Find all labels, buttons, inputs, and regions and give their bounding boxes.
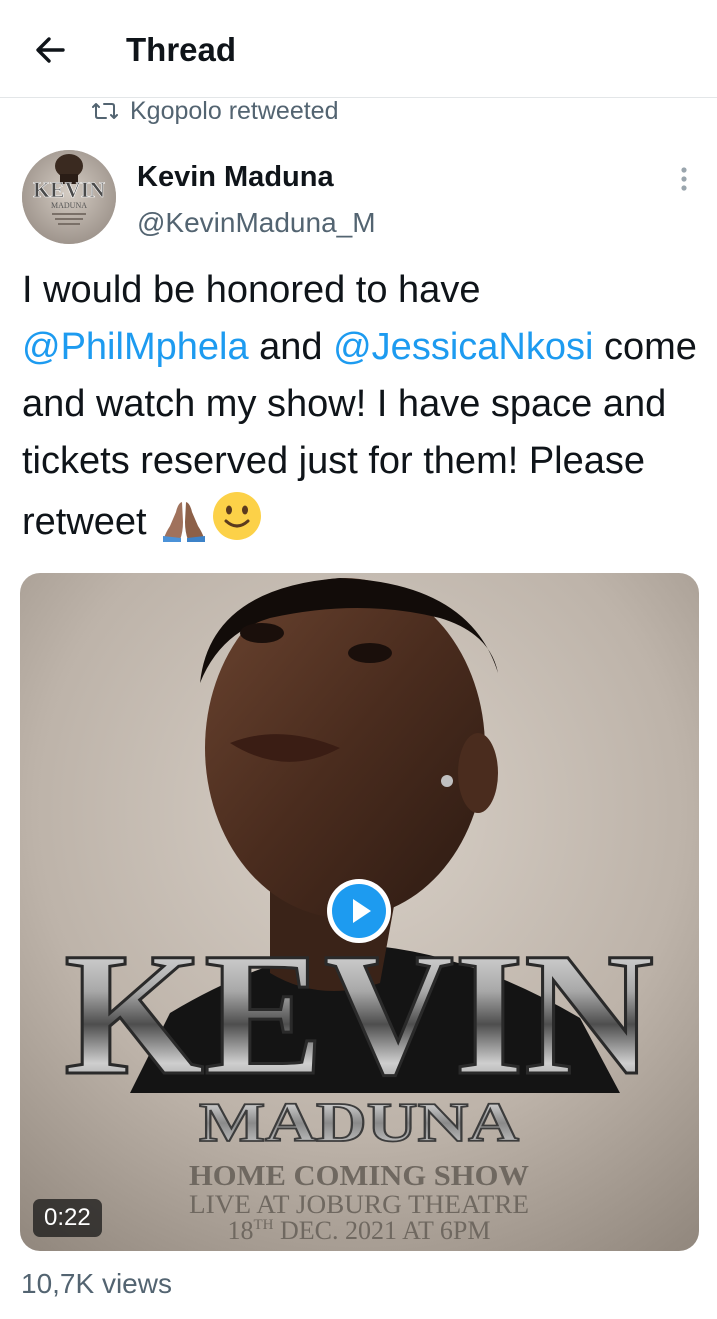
view-count: 10,7K views — [21, 1268, 172, 1299]
more-options-button[interactable] — [668, 160, 700, 200]
retweet-label: Kgopolo retweeted — [130, 96, 339, 125]
avatar[interactable]: KEVIN MADUNA — [22, 150, 116, 244]
folded-hands-emoji — [161, 498, 207, 559]
poster-show-name: HOME COMING SHOW — [189, 1161, 529, 1192]
more-vertical-icon — [681, 167, 687, 191]
play-icon — [327, 879, 391, 943]
retweet-context[interactable]: Kgopolo retweeted — [92, 96, 338, 126]
page-title: Thread — [126, 31, 237, 68]
tweet-text-segment: and — [248, 326, 334, 368]
mention-link-philmphela[interactable]: @PhilMphela — [22, 326, 249, 368]
play-button[interactable] — [325, 877, 393, 945]
mention-link-jessicankosi[interactable]: @JessicaNkosi — [333, 326, 593, 368]
poster-date-rest: DEC. 2021 AT 6PM — [274, 1216, 491, 1245]
retweet-icon — [92, 103, 118, 119]
back-button[interactable] — [30, 30, 70, 70]
poster-date-day: 18 — [228, 1216, 254, 1245]
tweet-text-segment: I would be honored to have — [22, 269, 481, 311]
avatar-logo-subtext: MADUNA — [51, 201, 87, 210]
poster-subtitle: MADUNA — [199, 1092, 520, 1154]
author-handle[interactable]: @KevinMaduna_M — [137, 206, 376, 240]
poster-venue: LIVE AT JOBURG THEATRE — [189, 1190, 529, 1219]
tweet-text: I would be honored to have @PhilMphela a… — [22, 262, 707, 559]
avatar-image: KEVIN MADUNA — [22, 150, 116, 244]
avatar-logo-text: KEVIN — [33, 177, 105, 202]
author-name[interactable]: Kevin Maduna — [137, 160, 334, 194]
video-duration-badge: 0:22 — [33, 1199, 102, 1237]
poster-date-suffix: TH — [254, 1217, 274, 1233]
slightly-smiling-face-emoji — [211, 490, 263, 559]
top-bar: Thread — [0, 0, 717, 98]
arrow-left-icon — [36, 37, 65, 63]
poster-title: KEVIN — [64, 917, 654, 1112]
